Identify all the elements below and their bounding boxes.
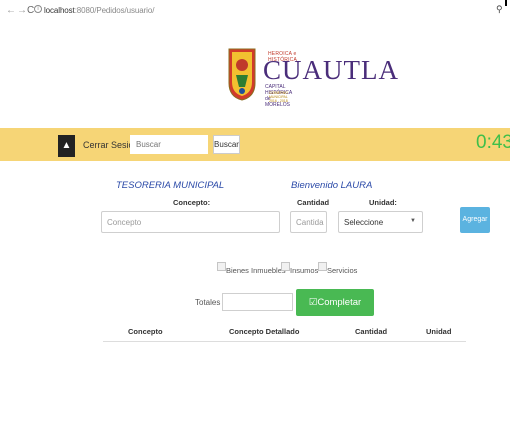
concepto-input[interactable]: Concepto	[101, 211, 280, 233]
coat-of-arms-icon	[228, 48, 256, 101]
arrow-left-icon[interactable]: ←	[6, 5, 16, 17]
checkbox-servicios[interactable]	[318, 262, 327, 271]
search-input[interactable]	[130, 135, 208, 154]
chevron-down-icon: ▼	[410, 218, 416, 224]
totals-input[interactable]	[222, 293, 293, 311]
window-edge	[505, 0, 507, 6]
session-timer: 0:43:5	[476, 132, 510, 153]
department-title: TESORERIA MUNICIPAL	[116, 180, 225, 191]
checkbox-insumos[interactable]	[281, 262, 290, 271]
home-icon[interactable]: ▲	[58, 135, 75, 157]
table-header-concepto-detallado: Concepto Detallado	[229, 327, 300, 336]
complete-order-button[interactable]: ☑Completar pedido	[296, 289, 374, 335]
cantidad-placeholder: Cantida	[296, 218, 324, 227]
concepto-placeholder: Concepto	[107, 218, 142, 227]
table-header-unidad: Unidad	[426, 327, 452, 336]
cantidad-input[interactable]: Cantida	[290, 211, 327, 233]
totals-label: Totales	[195, 298, 221, 307]
navbar	[0, 128, 510, 161]
welcome-text: Bienvenido LAURA	[291, 180, 373, 191]
checkbox-bienes-inmuebles[interactable]	[217, 262, 226, 271]
table-header-cantidad: Cantidad	[355, 327, 388, 336]
checkbox-label-insumos: Insumos	[290, 266, 319, 275]
url-host: localhost	[44, 6, 75, 15]
checkbox-label-bienes-inmuebles: Bienes Inmuebles	[226, 266, 286, 275]
logo-title: CUAUTLA	[263, 55, 399, 85]
checkbox-label-servicios: Servicios	[327, 266, 358, 275]
arrow-right-icon[interactable]: →	[17, 5, 27, 17]
extension-icon[interactable]: ⚲	[496, 4, 503, 15]
add-button[interactable]: Agregar	[460, 207, 490, 233]
table-header-concepto: Concepto	[128, 327, 163, 336]
address-bar[interactable]: localhost:8080/Pedidos/usuario/	[44, 6, 154, 15]
unidad-select[interactable]: Seleccione ▼	[338, 211, 423, 233]
reload-icon[interactable]: C	[27, 5, 34, 17]
table-divider	[103, 341, 466, 342]
search-button[interactable]: Buscar	[213, 135, 240, 154]
logo-tagline: GOBIERNO MUNICIPAL 2016 - 2018	[269, 91, 288, 103]
concepto-label: Concepto:	[173, 198, 211, 207]
url-path: :8080/Pedidos/usuario/	[74, 6, 155, 15]
unidad-selected: Seleccione	[344, 218, 384, 227]
unidad-label: Unidad:	[369, 198, 397, 207]
info-icon[interactable]: i	[34, 5, 42, 13]
cantidad-label: Cantidad	[297, 198, 330, 207]
